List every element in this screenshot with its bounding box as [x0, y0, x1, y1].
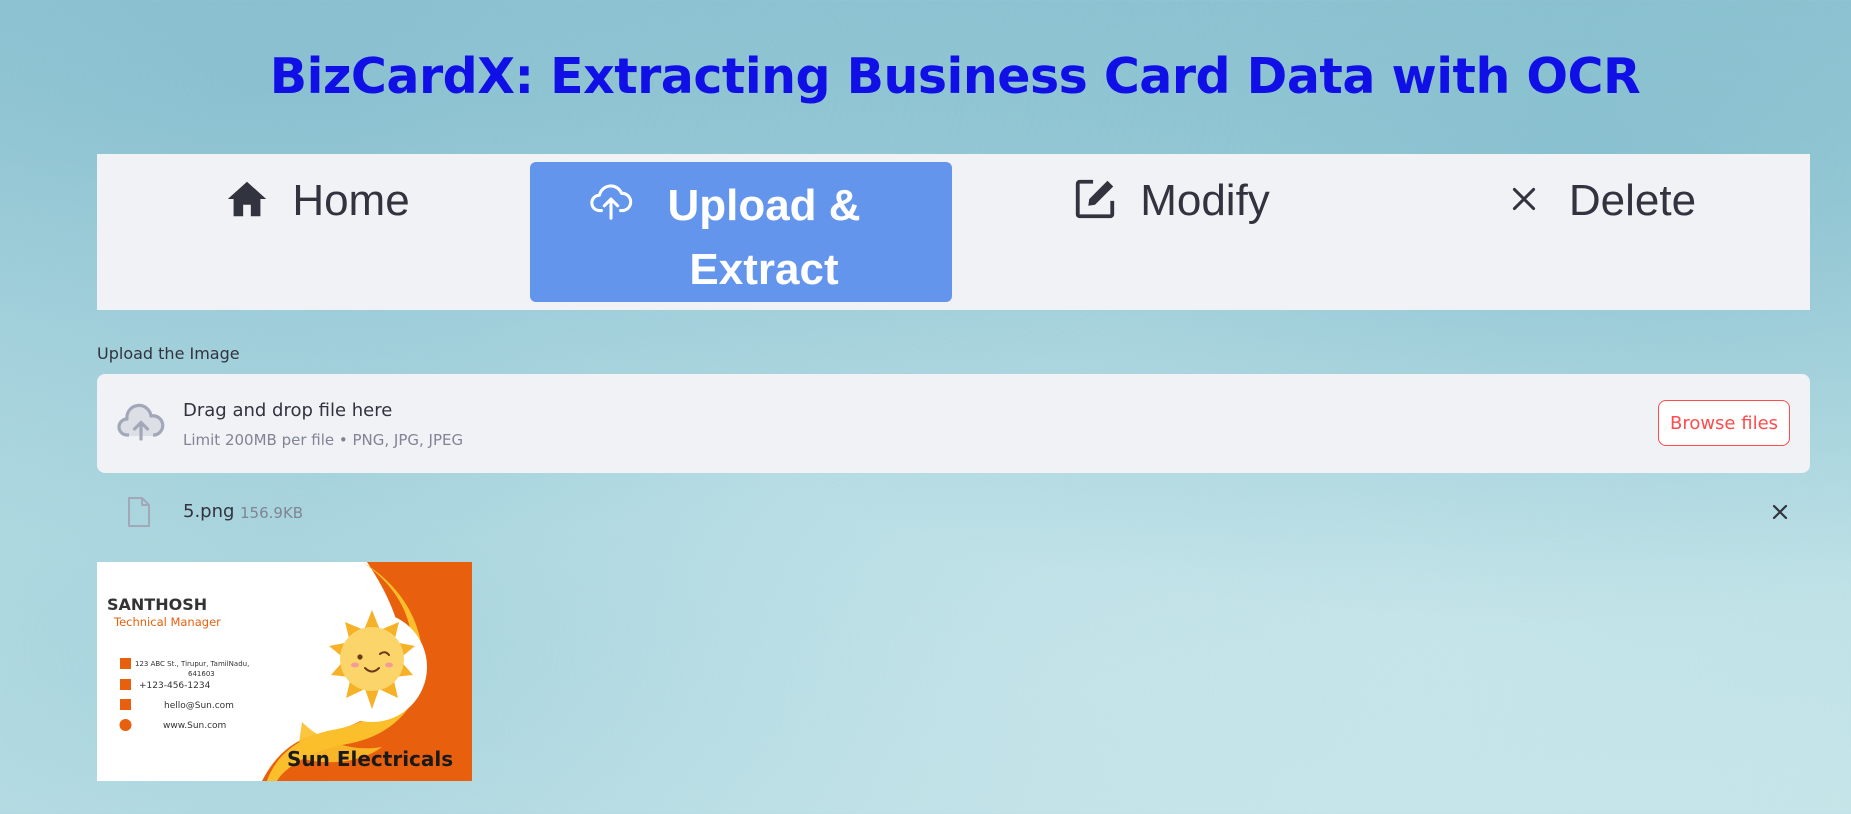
card-email: hello@Sun.com [164, 701, 234, 711]
card-name: SANTHOSH [107, 595, 207, 614]
email-icon [120, 699, 131, 710]
file-name: 5.png [183, 501, 235, 522]
uploaded-file-item: 5.png 156.9KB [97, 492, 1810, 532]
nav-item-label: Home [292, 176, 410, 225]
nav-item-label: Modify [1140, 176, 1270, 225]
option-menu: Home Upload & Extract Modify Delete [97, 154, 1810, 310]
nav-item-label: Delete [1568, 176, 1697, 225]
card-phone: +123-456-1234 [139, 681, 211, 691]
file-icon [128, 497, 150, 527]
card-address: 123 ABC St., Tirupur, TamilNadu, [135, 660, 249, 668]
cloud-upload-icon [117, 403, 165, 441]
nav-item-home[interactable]: Home [97, 162, 537, 302]
location-icon [120, 658, 131, 669]
cloud-upload-icon [590, 184, 633, 220]
x-icon [1512, 187, 1536, 211]
home-icon [228, 181, 267, 217]
nav-item-label: Upload & Extract [667, 181, 861, 294]
dropzone-limit-text: Limit 200MB per file • PNG, JPG, JPEG [183, 431, 464, 449]
phone-icon [120, 679, 131, 690]
remove-file-icon[interactable] [1770, 502, 1790, 522]
file-size: 156.9KB [240, 504, 304, 522]
card-company: Sun Electricals [287, 747, 453, 771]
nav-item-delete[interactable]: Delete [1387, 162, 1810, 302]
card-designation: Technical Manager [113, 615, 221, 629]
nav-item-modify[interactable]: Modify [957, 162, 1385, 302]
page-title: BizCardX: Extracting Business Card Data … [269, 48, 1641, 105]
nav-item-upload-extract[interactable]: Upload & Extract [530, 162, 952, 302]
business-card-image: SANTHOSH Technical Manager 123 ABC St., … [97, 562, 472, 781]
card-website: www.Sun.com [163, 721, 226, 731]
uploader-label: Upload the Image [97, 344, 240, 363]
file-dropzone[interactable]: Drag and drop file here Limit 200MB per … [97, 374, 1810, 473]
browse-files-button[interactable]: Browse files [1658, 400, 1790, 446]
dropzone-instruction: Drag and drop file here [183, 400, 393, 421]
globe-icon [119, 719, 132, 731]
card-pincode: 641603 [188, 670, 215, 678]
edit-icon [1076, 179, 1115, 219]
